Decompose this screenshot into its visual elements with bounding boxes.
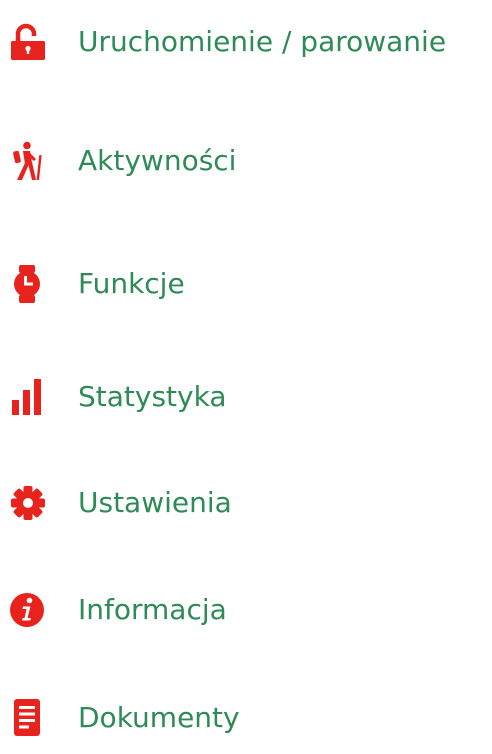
document-icon [8,698,48,738]
menu-item-label: Aktywności [78,144,237,177]
main-menu: Uruchomienie / parowanie Aktywności Funk… [0,0,492,736]
menu-item-label: Uruchomienie / parowanie [78,25,447,58]
menu-item-label: Dokumenty [78,701,240,734]
watch-icon [8,264,48,304]
menu-item-functions[interactable]: Funkcje [0,248,492,320]
menu-item-label: Statystyka [78,380,227,413]
menu-item-settings[interactable]: Ustawienia [0,467,492,539]
menu-item-label: Ustawienia [78,486,232,519]
gear-icon [8,483,48,523]
menu-item-information[interactable]: Informacja [0,574,492,646]
menu-item-label: Funkcje [78,267,185,300]
menu-item-documents[interactable]: Dokumenty [0,682,492,754]
bar-chart-icon [8,377,48,417]
unlock-icon [8,22,48,62]
menu-item-label: Informacja [78,593,227,626]
menu-item-activities[interactable]: Aktywności [0,125,492,197]
menu-item-setup-pairing[interactable]: Uruchomienie / parowanie [0,6,492,78]
info-icon [8,590,48,630]
menu-item-statistics[interactable]: Statystyka [0,361,492,433]
hiker-icon [8,141,48,181]
